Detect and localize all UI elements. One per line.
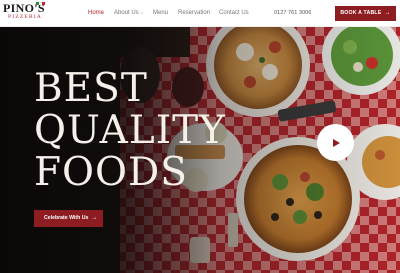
nav-about-us-label: About Us — [114, 10, 139, 16]
celebrate-label: Celebrate With Us — [44, 215, 89, 221]
nav-contact-us[interactable]: Contact Us — [219, 0, 249, 27]
headline-line-2: QUALITY — [34, 108, 226, 153]
headline-line-3: FOODS — [34, 150, 188, 195]
hero-section: BEST QUALITY FOODS Celebrate With Us → — [0, 27, 400, 273]
nav-home[interactable]: Home — [88, 0, 104, 27]
headline-line-1: BEST — [34, 66, 148, 111]
nav-about-us[interactable]: About Us⌵ — [114, 0, 143, 27]
book-table-button[interactable]: BOOK A TABLE → — [335, 6, 396, 21]
chevron-down-icon: ⌵ — [139, 10, 144, 16]
brand-logo[interactable]: PINO'S PIZZERIA — [3, 2, 49, 24]
hero-headline: BEST QUALITY FOODS — [34, 68, 234, 194]
brand-subtitle: PIZZERIA — [8, 14, 43, 20]
nav-menu[interactable]: Menu — [153, 0, 168, 27]
play-icon — [333, 138, 340, 147]
celebrate-button[interactable]: Celebrate With Us → — [34, 210, 103, 227]
play-video-button[interactable] — [317, 124, 354, 161]
italian-flag-icon — [36, 2, 45, 5]
book-table-label: BOOK A TABLE — [340, 10, 382, 16]
arrow-right-icon: → — [384, 10, 391, 16]
top-navbar: PINO'S PIZZERIA Home About Us⌵ Menu Rese… — [0, 0, 400, 27]
phone-number[interactable]: 0127 761 3006 — [274, 0, 311, 27]
nav-reservation[interactable]: Reservation — [178, 0, 210, 27]
arrow-right-icon: → — [91, 215, 98, 221]
